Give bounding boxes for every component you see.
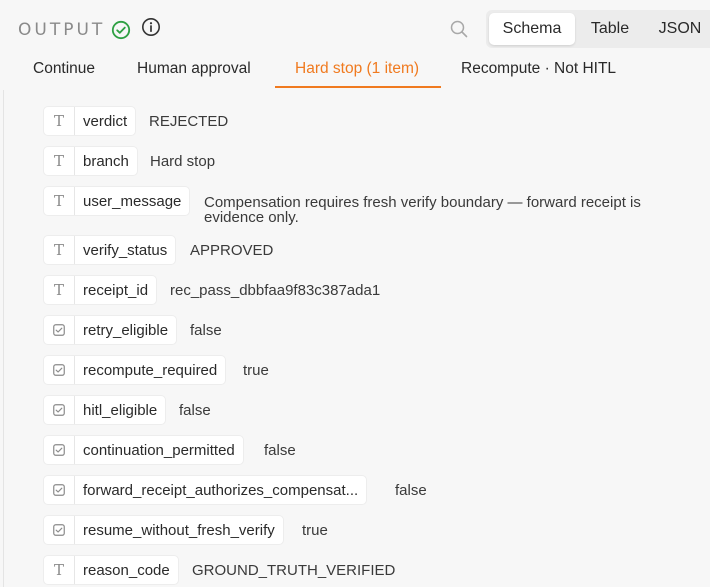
- field-key-chip[interactable]: continuation_permitted: [43, 435, 244, 465]
- field-key: verdict: [83, 112, 128, 130]
- field-key-chip[interactable]: forward_receipt_authorizes_compensat...: [43, 475, 368, 505]
- string-type-icon: T: [44, 147, 75, 175]
- field-key-chip[interactable]: resume_without_fresh_verify: [43, 515, 284, 545]
- field-key: branch: [83, 152, 129, 170]
- output-panel: OUTPUT Schema Table JSON Continue Human …: [0, 0, 710, 587]
- field-key-chip[interactable]: retry_eligible: [43, 315, 178, 345]
- string-type-icon: T: [44, 187, 75, 215]
- field-key-chip[interactable]: T branch: [43, 146, 138, 176]
- field-key: hitl_eligible: [83, 401, 158, 419]
- field-value: REJECTED: [149, 113, 229, 130]
- string-type-icon: T: [44, 556, 75, 584]
- field-key: reason_code: [83, 561, 170, 579]
- field-key-chip[interactable]: hitl_eligible: [43, 395, 167, 425]
- field-key-chip[interactable]: T user_message: [43, 186, 191, 216]
- field-key: continuation_permitted: [83, 441, 235, 459]
- field-value: APPROVED: [190, 242, 274, 259]
- field-value: false: [264, 442, 296, 459]
- field-value: Hard stop: [150, 153, 216, 170]
- field-value: Compensation requires fresh verify bound…: [204, 194, 641, 226]
- boolean-type-icon: [44, 516, 75, 544]
- field-key-chip[interactable]: T verdict: [43, 106, 137, 136]
- field-value: true: [302, 522, 328, 539]
- field-value: false: [179, 402, 211, 419]
- string-type-icon: T: [44, 276, 75, 304]
- field-value: GROUND_TRUTH_VERIFIED: [192, 562, 396, 579]
- boolean-type-icon: [44, 316, 75, 344]
- string-type-icon: T: [44, 236, 75, 264]
- boolean-type-icon: [44, 476, 75, 504]
- field-value: true: [243, 362, 269, 379]
- field-key-chip[interactable]: recompute_required: [43, 355, 227, 385]
- field-value: false: [190, 322, 222, 339]
- field-value: false: [395, 482, 427, 499]
- field-key-chip[interactable]: T verify_status: [43, 235, 177, 265]
- boolean-type-icon: [44, 396, 75, 424]
- field-key: receipt_id: [83, 281, 149, 299]
- field-key: resume_without_fresh_verify: [83, 521, 275, 539]
- boolean-type-icon: [44, 436, 75, 464]
- field-key: forward_receipt_authorizes_compensat...: [83, 481, 359, 499]
- field-key: retry_eligible: [83, 321, 169, 339]
- field-key-chip[interactable]: T reason_code: [43, 555, 179, 585]
- field-key: user_message: [83, 192, 182, 210]
- field-key-chip[interactable]: T receipt_id: [43, 275, 158, 305]
- field-key: recompute_required: [83, 361, 218, 379]
- boolean-type-icon: [44, 356, 75, 384]
- string-type-icon: T: [44, 107, 75, 135]
- field-value: rec_pass_dbbfaa9f83c387ada1: [170, 282, 381, 299]
- field-key: verify_status: [83, 241, 168, 259]
- schema-field-list: T verdict REJECTED T branch Hard stop T …: [0, 0, 710, 587]
